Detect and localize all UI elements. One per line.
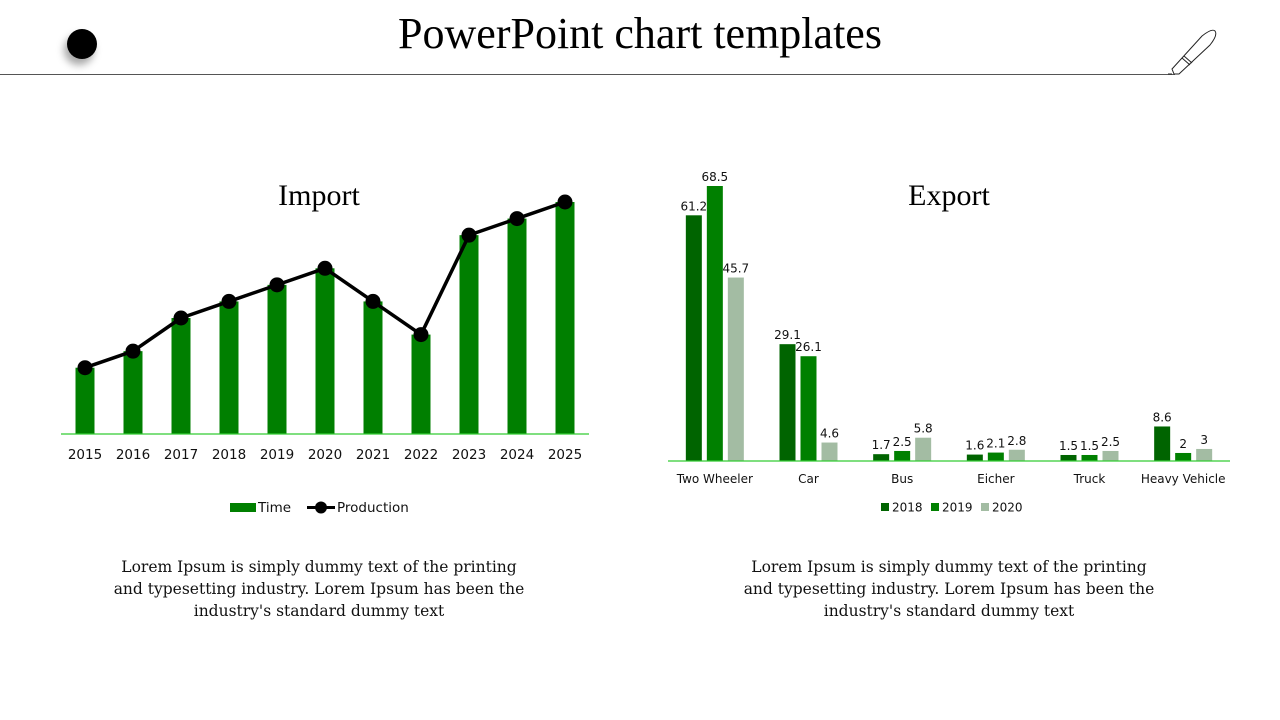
export-bar-2018-heavy-vehicle	[1154, 426, 1171, 461]
import-description: Lorem Ipsum is simply dummy text of the …	[113, 558, 525, 620]
export-data-label: 2.5	[1101, 435, 1120, 449]
export-bar-2019-heavy-vehicle	[1175, 452, 1192, 461]
legend-swatch-2020	[981, 503, 989, 511]
export-bar-2019-truck	[1081, 454, 1098, 461]
export-x-tick-label: Bus	[891, 472, 913, 486]
export-data-label: 45.7	[722, 262, 749, 276]
legend-label-2020: 2020	[992, 501, 1023, 515]
export-data-label: 2.5	[893, 435, 912, 449]
export-data-label: 1.5	[1059, 439, 1078, 453]
export-data-label: 8.6	[1153, 410, 1172, 424]
export-data-label: 1.7	[872, 438, 891, 452]
export-bar-2019-bus	[894, 450, 911, 461]
legend-label-2018: 2018	[892, 501, 923, 515]
export-bar-2019-eicher	[987, 452, 1004, 461]
export-data-label: 61.2	[680, 199, 707, 213]
export-data-label: 26.1	[795, 340, 822, 354]
export-data-label: 1.6	[965, 439, 984, 453]
export-data-label: 1.5	[1080, 439, 1099, 453]
export-data-label: 2.8	[1007, 434, 1026, 448]
export-data-label: 2	[1179, 437, 1187, 451]
export-x-tick-label: Truck	[1073, 472, 1106, 486]
export-description: Lorem Ipsum is simply dummy text of the …	[743, 558, 1155, 620]
export-x-tick-label: Eicher	[977, 472, 1015, 486]
export-bar-2018-truck	[1060, 454, 1077, 461]
export-bar-2020-car	[821, 442, 838, 461]
export-data-label: 5.8	[914, 422, 933, 436]
export-x-tick-label: Two Wheeler	[676, 472, 753, 486]
legend-label-2019: 2019	[942, 501, 973, 515]
export-chart: Export61.268.545.7Two Wheeler29.126.14.6…	[668, 170, 1230, 515]
export-bar-2019-two-wheeler	[706, 186, 723, 461]
export-bar-2018-bus	[873, 454, 890, 461]
export-bar-2020-eicher	[1008, 449, 1025, 461]
export-bar-2018-car	[779, 344, 796, 461]
export-bar-2018-eicher	[966, 454, 983, 461]
export-bar-2020-two-wheeler	[727, 277, 744, 461]
export-data-label: 4.6	[820, 427, 839, 441]
export-bar-2020-heavy-vehicle	[1196, 448, 1213, 461]
export-bar-2019-car	[800, 356, 817, 461]
legend-swatch-2019	[931, 503, 939, 511]
legend-swatch-2018	[881, 503, 889, 511]
export-data-label: 68.5	[701, 170, 728, 184]
export-data-label: 3	[1200, 433, 1208, 447]
export-bar-2020-bus	[915, 437, 932, 461]
export-bar-2020-truck	[1102, 450, 1119, 461]
export-x-tick-label: Heavy Vehicle	[1141, 472, 1226, 486]
export-data-label: 2.1	[986, 437, 1005, 451]
export-bar-2018-two-wheeler	[685, 215, 702, 461]
export-chart-title: Export	[908, 179, 990, 212]
export-x-tick-label: Car	[798, 472, 819, 486]
